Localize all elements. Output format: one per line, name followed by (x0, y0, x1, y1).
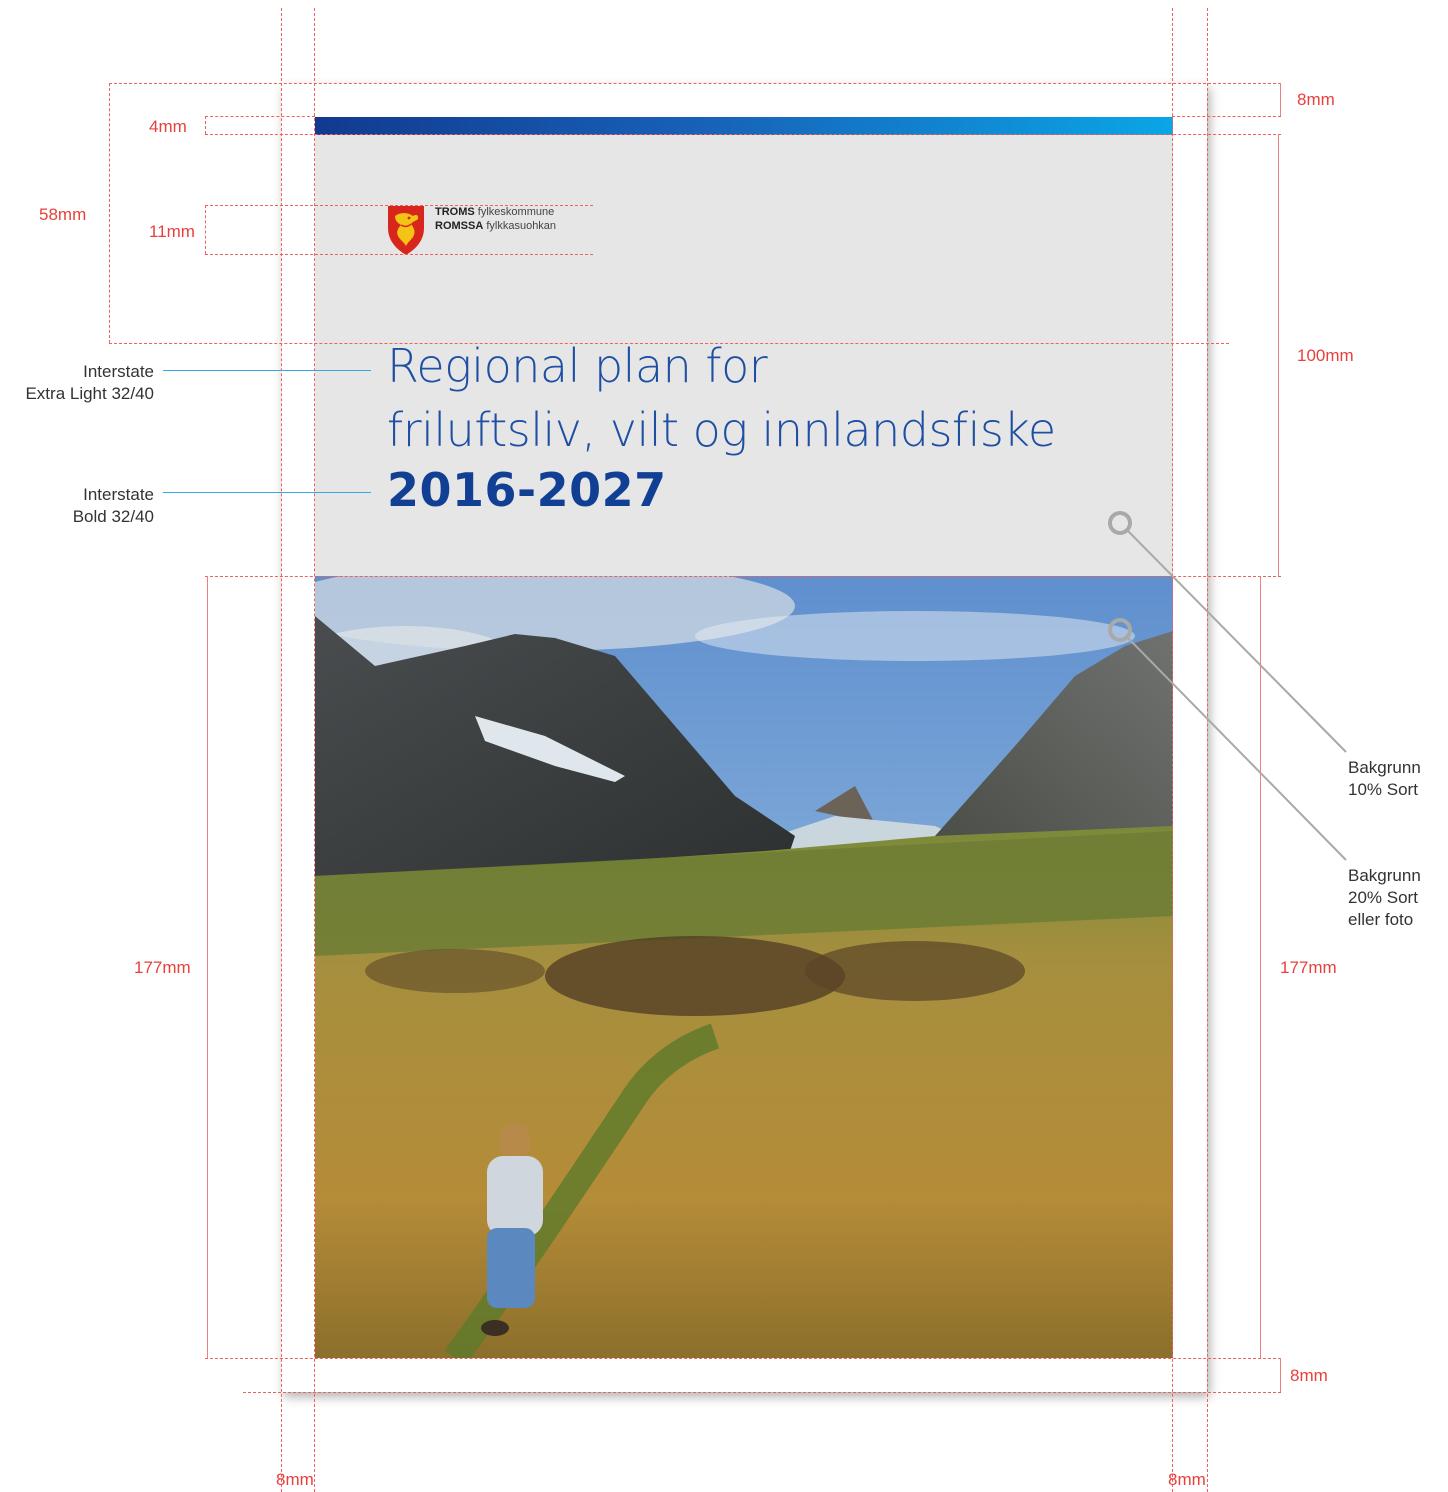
annotation-leaders (1108, 511, 1347, 861)
marker-grey-area (1108, 511, 1132, 535)
leader-bg-10 (1127, 530, 1347, 753)
leader-bg-20 (1127, 637, 1347, 861)
marker-photo-area (1108, 618, 1132, 642)
